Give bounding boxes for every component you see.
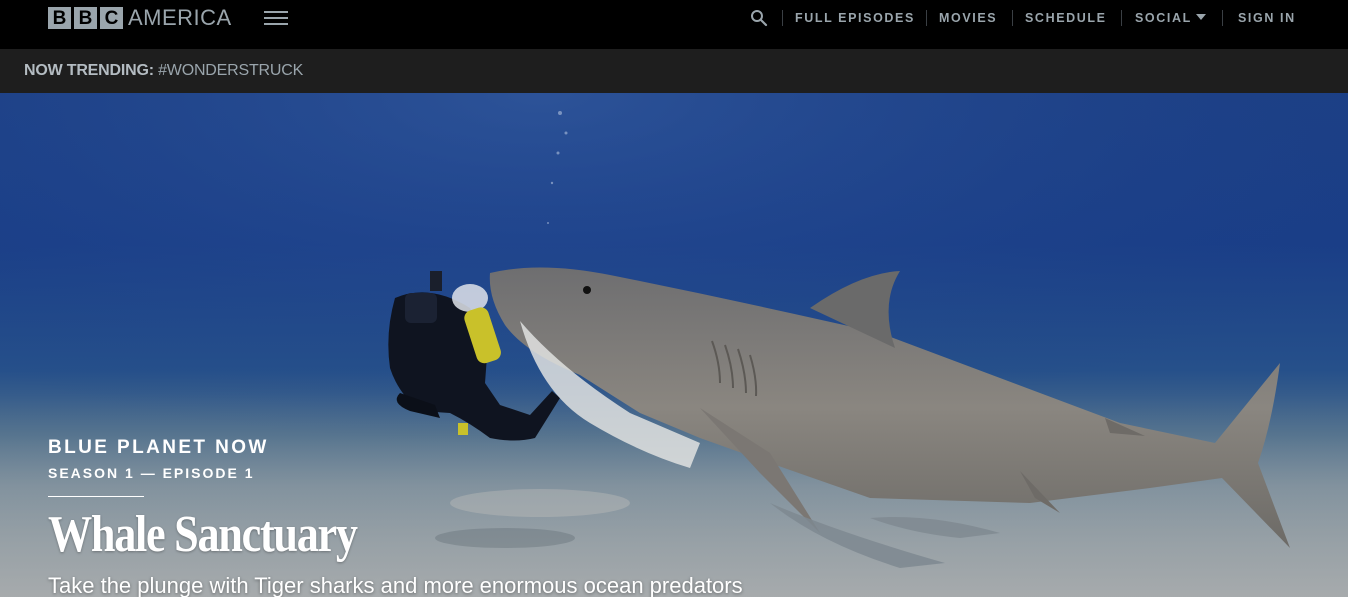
top-navigation-bar: B B C AMERICA FULL EPISODES MOVIES SCHED… bbox=[0, 0, 1348, 49]
nav-separator bbox=[1012, 10, 1013, 26]
logo-letter-b1: B bbox=[48, 7, 71, 29]
nav-separator bbox=[926, 10, 927, 26]
logo-word: AMERICA bbox=[128, 5, 232, 30]
hamburger-menu-icon[interactable] bbox=[264, 10, 288, 26]
nav-separator bbox=[782, 10, 783, 26]
nav-separator bbox=[1121, 10, 1122, 26]
nav-social-label: SOCIAL bbox=[1135, 11, 1192, 25]
sign-in-link[interactable]: SIGN IN bbox=[1238, 11, 1296, 25]
episode-description: Take the plunge with Tiger sharks and mo… bbox=[48, 573, 743, 597]
show-title[interactable]: BLUE PLANET NOW bbox=[48, 437, 269, 459]
nav-social-dropdown[interactable]: SOCIAL bbox=[1135, 11, 1206, 25]
trending-label: NOW TRENDING: #WONDERSTRUCK bbox=[24, 62, 303, 80]
trending-hashtag-link[interactable]: #WONDERSTRUCK bbox=[158, 62, 303, 79]
bbc-america-logo[interactable]: B B C AMERICA bbox=[48, 7, 232, 29]
hero-divider bbox=[48, 496, 144, 497]
chevron-down-icon bbox=[1195, 14, 1206, 20]
hero-banner[interactable]: BLUE PLANET NOW SEASON 1 — EPISODE 1 Wha… bbox=[0, 93, 1348, 597]
nav-movies[interactable]: MOVIES bbox=[939, 11, 997, 25]
nav-schedule[interactable]: SCHEDULE bbox=[1025, 11, 1107, 25]
search-icon[interactable] bbox=[750, 9, 768, 27]
logo-letter-b2: B bbox=[74, 7, 97, 29]
logo-letter-c: C bbox=[100, 7, 123, 29]
nav-full-episodes[interactable]: FULL EPISODES bbox=[795, 11, 915, 25]
trending-bar: NOW TRENDING: #WONDERSTRUCK bbox=[0, 49, 1348, 93]
episode-label: SEASON 1 — EPISODE 1 bbox=[48, 465, 255, 481]
nav-separator bbox=[1222, 10, 1223, 26]
trending-label-text: NOW TRENDING: bbox=[24, 62, 154, 79]
episode-title[interactable]: Whale Sanctuary bbox=[48, 505, 358, 564]
